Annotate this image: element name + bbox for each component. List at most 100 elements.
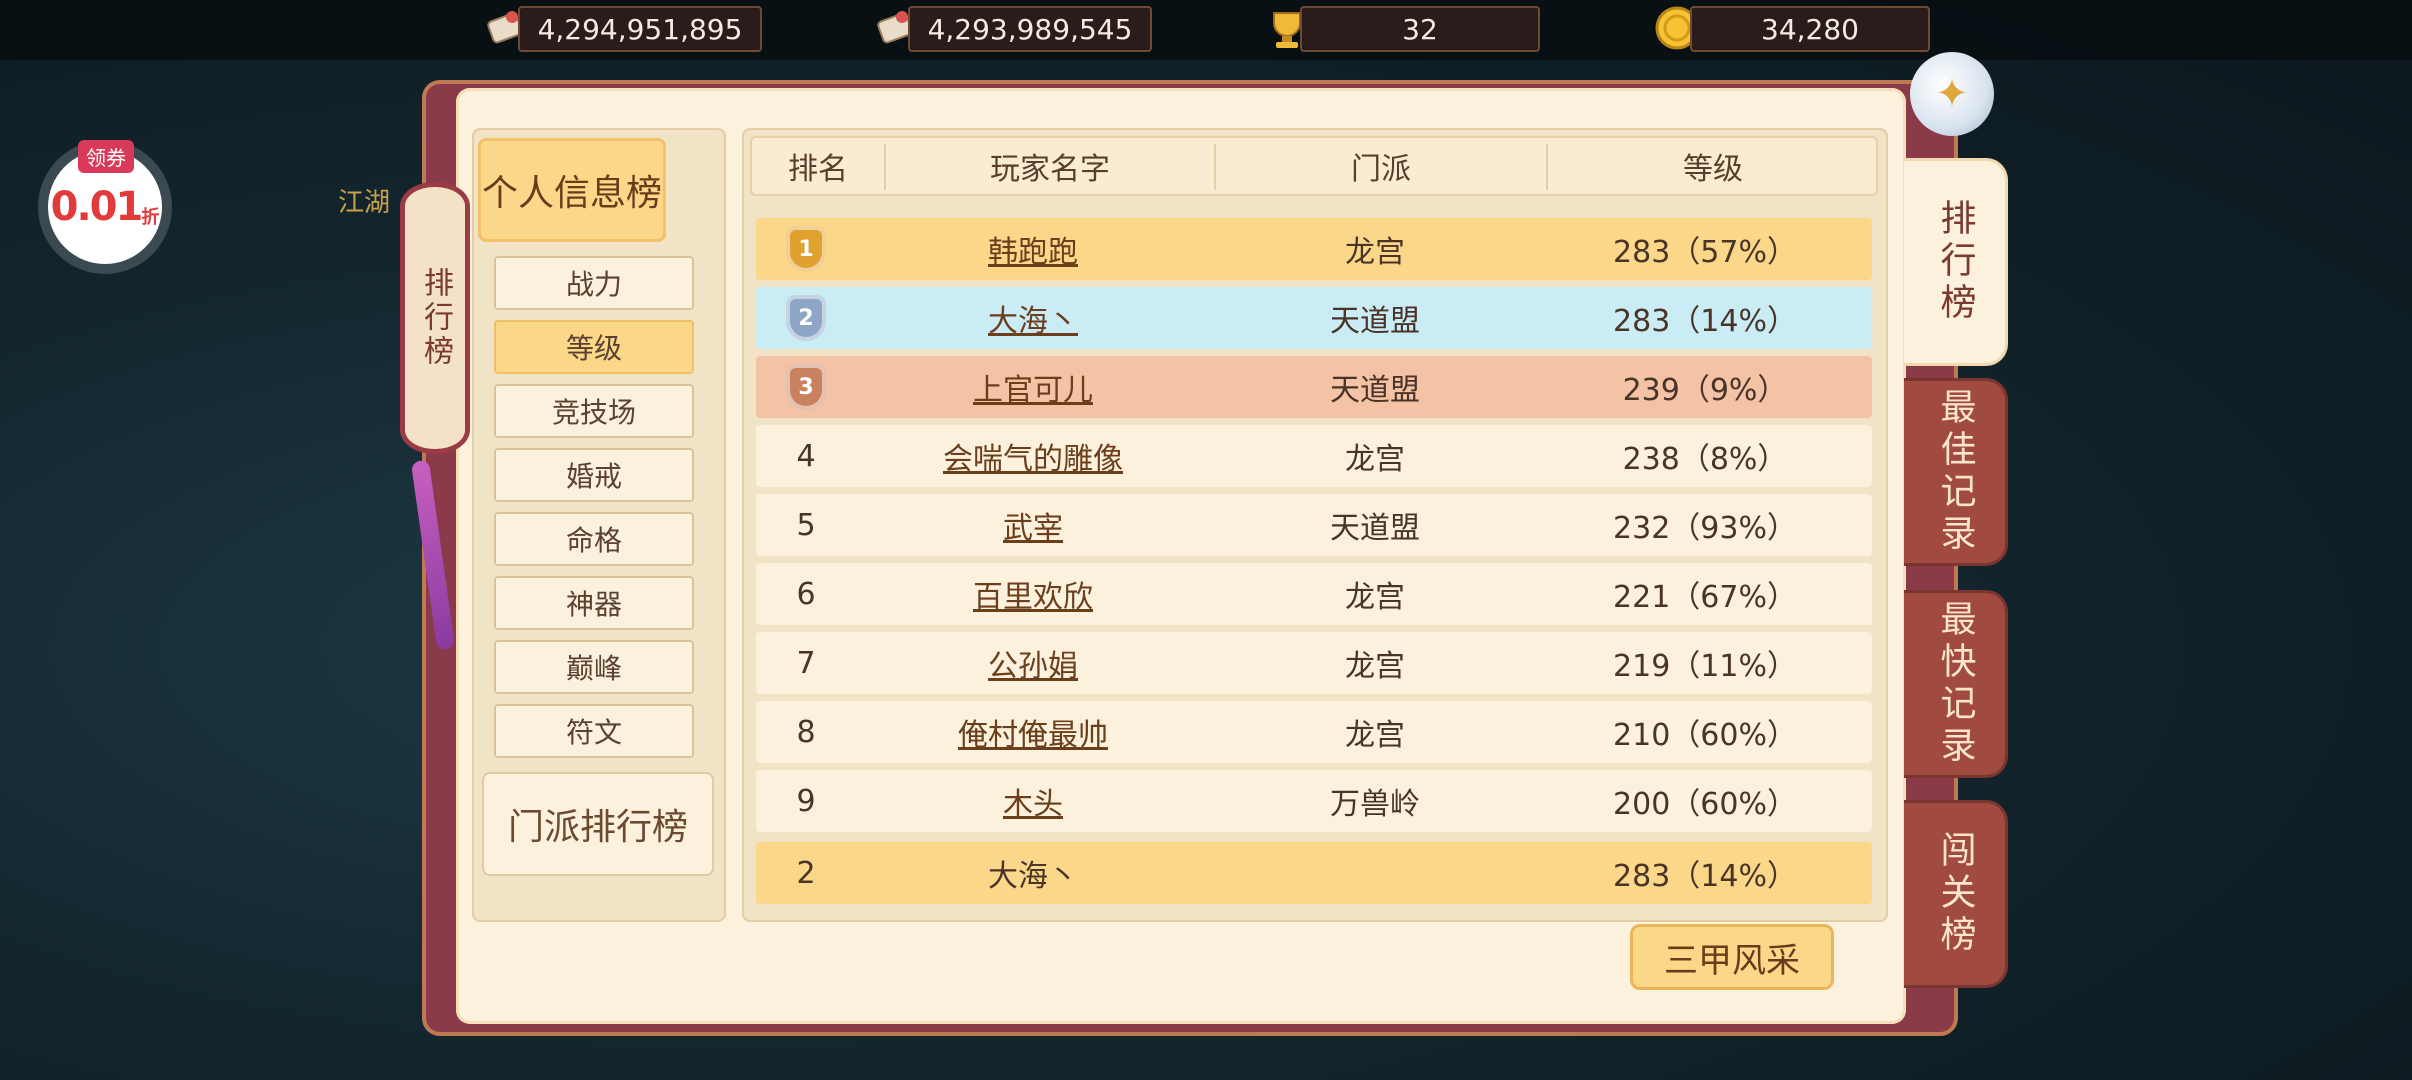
rank-cell: 3	[756, 356, 856, 418]
tab-label: 闯关榜	[1934, 831, 1976, 957]
tab-label: 最佳记录	[1934, 388, 1976, 556]
player-name-link[interactable]: 百里欢欣	[856, 563, 1210, 625]
level-cell: 283（57%）	[1613, 235, 1797, 270]
rank-number: 3	[798, 374, 814, 400]
player-name-link[interactable]: 会喘气的雕像	[856, 425, 1210, 487]
sect-cell: 天道盟	[1330, 511, 1420, 546]
player-name: 大海丶	[988, 859, 1078, 894]
banner-title: 排行榜	[400, 182, 470, 454]
player-name-link[interactable]: 公孙娟	[856, 632, 1210, 694]
header-name: 玩家名字	[990, 152, 1110, 187]
table-row[interactable]: 2 大海丶 天道盟 283（14%）	[756, 287, 1872, 349]
table-row[interactable]: 7 公孙娟 龙宫 219（11%）	[756, 632, 1872, 694]
tab-fastest-record[interactable]: 最快记录	[1904, 590, 2008, 778]
level-cell: 238（8%）	[1622, 442, 1788, 477]
tab-leaderboard[interactable]: 排行榜	[1904, 158, 2008, 366]
table-header: 排名 玩家名字 门派 等级	[750, 136, 1878, 196]
sub-tab-arena[interactable]: 竞技场	[494, 384, 694, 438]
resource-counter-2: 4,293,989,545	[908, 6, 1152, 52]
rank-cell: 9	[796, 783, 816, 819]
resource-value: 4,293,989,545	[927, 12, 1133, 46]
player-name-link[interactable]: 木头	[856, 770, 1210, 832]
coupon-unit: 折	[141, 207, 160, 228]
rank-cell: 8	[796, 714, 816, 750]
tab-label: 最快记录	[1934, 600, 1976, 768]
sect-cell: 天道盟	[1330, 304, 1420, 339]
sub-tab-rune[interactable]: 符文	[494, 704, 694, 758]
gold-medal-icon: 1	[786, 226, 826, 272]
resource-value: 32	[1402, 12, 1438, 46]
sect-cell: 龙宫	[1345, 580, 1405, 615]
player-name-link[interactable]: 韩跑跑	[856, 218, 1210, 280]
resource-counter-4: 34,280	[1690, 6, 1930, 52]
table-row[interactable]: 5 武宰 天道盟 232（93%）	[756, 494, 1872, 556]
level-cell: 283（14%）	[1613, 859, 1797, 894]
banner-title-text: 排行榜	[418, 267, 453, 369]
player-name-link[interactable]: 大海丶	[856, 287, 1210, 349]
fairy-orb-icon[interactable]: ✦	[1910, 52, 1994, 136]
category-label: 个人信息榜	[481, 173, 662, 214]
sub-tab-label: 巅峰	[565, 652, 622, 685]
table-row[interactable]: 1 韩跑跑 龙宫 283（57%）	[756, 218, 1872, 280]
sub-tab-label: 符文	[565, 716, 622, 749]
table-row[interactable]: 9 木头 万兽岭 200（60%）	[756, 770, 1872, 832]
table-row[interactable]: 3 上官可儿 天道盟 239（9%）	[756, 356, 1872, 418]
background-label: 江湖	[338, 188, 391, 218]
sub-tab-label: 婚戒	[565, 460, 622, 493]
sub-tab-label: 战力	[565, 268, 622, 301]
tab-stage-ranking[interactable]: 闯关榜	[1904, 800, 2008, 988]
sub-tab-ring[interactable]: 婚戒	[494, 448, 694, 502]
rank-cell: 5	[796, 507, 816, 543]
sect-cell: 龙宫	[1345, 442, 1405, 477]
my-rank-row: 2 大海丶 283（14%）	[756, 842, 1872, 904]
player-name-link[interactable]: 俺村俺最帅	[856, 701, 1210, 763]
rank-cell: 2	[796, 855, 816, 891]
level-cell: 210（60%）	[1613, 718, 1797, 753]
level-cell: 221（67%）	[1613, 580, 1797, 615]
level-cell: 219（11%）	[1613, 649, 1797, 684]
rank-cell: 6	[796, 576, 816, 612]
top-resource-bar	[0, 0, 2412, 60]
rank-cell: 4	[796, 438, 816, 474]
rank-number: 1	[798, 236, 814, 262]
tab-label: 排行榜	[1934, 199, 1976, 325]
table-row[interactable]: 4 会喘气的雕像 龙宫 238（8%）	[756, 425, 1872, 487]
coupon-tag: 领券	[78, 140, 134, 173]
sect-cell	[1210, 842, 1540, 904]
bronze-medal-icon: 3	[786, 364, 826, 410]
header-level: 等级	[1683, 152, 1743, 187]
top-three-label: 三甲风采	[1664, 940, 1800, 981]
sub-tab-peak[interactable]: 巅峰	[494, 640, 694, 694]
category-sect[interactable]: 门派排行榜	[482, 772, 714, 876]
category-label: 门派排行榜	[507, 807, 688, 848]
sub-tab-label: 命格	[565, 524, 622, 557]
sub-tab-level[interactable]: 等级	[494, 320, 694, 374]
resource-value: 34,280	[1761, 12, 1859, 46]
table-row[interactable]: 8 俺村俺最帅 龙宫 210（60%）	[756, 701, 1872, 763]
coupon-value: 0.01	[50, 184, 144, 230]
rank-number: 2	[798, 305, 814, 331]
category-personal[interactable]: 个人信息榜	[478, 138, 666, 242]
top-three-button[interactable]: 三甲风采	[1630, 924, 1834, 990]
rank-cell: 2	[756, 287, 856, 349]
sub-tab-artifact[interactable]: 神器	[494, 576, 694, 630]
resource-counter-1: 4,294,951,895	[518, 6, 762, 52]
level-cell: 232（93%）	[1613, 511, 1797, 546]
level-cell: 200（60%）	[1613, 787, 1797, 822]
sect-cell: 龙宫	[1345, 235, 1405, 270]
silver-medal-icon: 2	[786, 295, 826, 341]
sub-tab-fate[interactable]: 命格	[494, 512, 694, 566]
sect-cell: 龙宫	[1345, 649, 1405, 684]
tab-best-record[interactable]: 最佳记录	[1904, 378, 2008, 566]
header-rank: 排名	[788, 152, 848, 187]
level-cell: 283（14%）	[1613, 304, 1797, 339]
resource-value: 4,294,951,895	[537, 12, 743, 46]
player-name-link[interactable]: 武宰	[856, 494, 1210, 556]
resource-counter-3: 32	[1300, 6, 1540, 52]
sub-tab-label: 等级	[565, 332, 622, 365]
player-name-link[interactable]: 上官可儿	[856, 356, 1210, 418]
sub-tab-label: 竞技场	[551, 396, 636, 429]
sub-tab-power[interactable]: 战力	[494, 256, 694, 310]
table-row[interactable]: 6 百里欢欣 龙宫 221（67%）	[756, 563, 1872, 625]
sect-cell: 龙宫	[1345, 718, 1405, 753]
